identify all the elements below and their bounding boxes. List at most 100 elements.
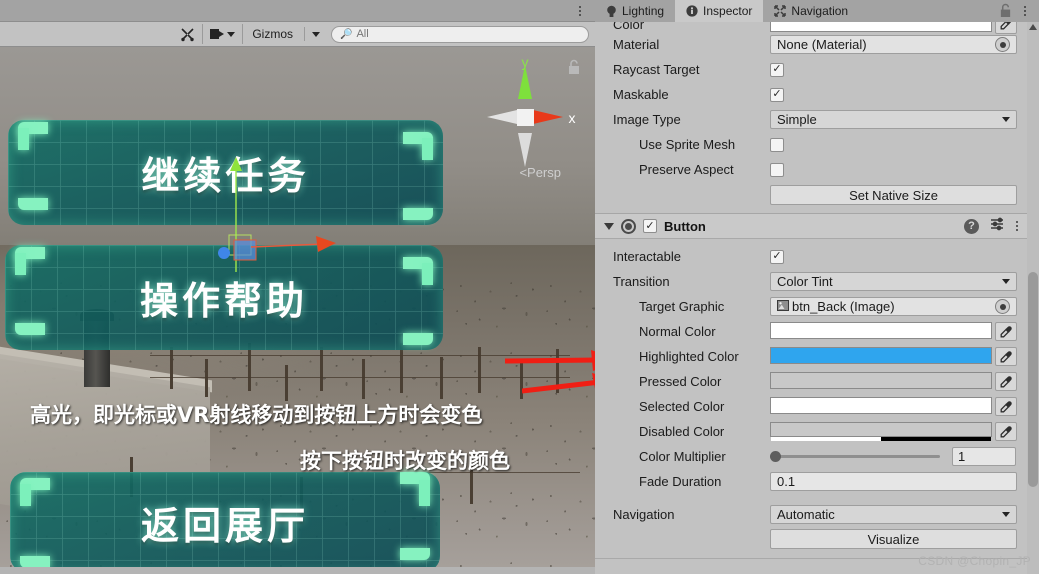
dropdown-transition-value: Color Tint [777,274,833,289]
color-field-normal[interactable] [770,322,1017,341]
slider-color-multiplier[interactable]: 1 [770,447,1016,466]
checkbox-maskable[interactable]: ✓ [770,87,784,102]
color-swatch-wrap[interactable] [770,322,992,341]
eyedropper-icon[interactable] [995,22,1017,34]
scene-search-field[interactable]: 🔍 [331,25,589,43]
tab-inspector[interactable]: Inspector [675,0,764,22]
color-field-disabled[interactable] [770,422,1017,441]
property-label-raycast-target: Raycast Target [613,62,700,77]
annotation-highlighted: 高光，即光标或VR射线移动到按钮上方时会变色 [30,403,483,427]
scene-post [362,359,365,399]
dropdown-navigation[interactable]: Automatic [770,505,1017,524]
inspector-scrollbar[interactable] [1027,22,1039,574]
eyedropper-icon[interactable] [995,422,1017,441]
tab-navigation[interactable]: Navigation [763,0,859,22]
property-label-disabled-color: Disabled Color [639,424,725,439]
object-field-target-graphic-value: btn_Back (Image) [792,299,895,314]
toolbar-divider [242,24,244,44]
tools-icon[interactable] [175,24,200,45]
visualize-button[interactable]: Visualize [770,529,1017,549]
tab-lighting[interactable]: Lighting [595,0,675,22]
checkbox-preserve-aspect[interactable] [770,162,784,177]
gizmos-label: Gizmos [252,27,293,41]
dropdown-transition[interactable]: Color Tint [770,272,1017,291]
property-label-image-type: Image Type [613,112,681,127]
color-swatch-highlighted[interactable] [770,347,992,364]
slider-knob[interactable] [770,451,781,462]
checkbox-component-enabled[interactable]: ✓ [643,219,657,233]
toolbar-divider [202,24,204,44]
color-swatch-normal[interactable] [770,322,992,339]
eyedropper-icon[interactable] [995,322,1017,341]
property-label-color: Color [613,22,645,32]
scene-camera-dropdown[interactable] [205,24,240,45]
scene-post [205,359,208,397]
navigation-icon [774,5,787,17]
set-native-size-button[interactable]: Set Native Size [770,185,1017,205]
lock-icon[interactable] [999,3,1012,18]
color-swatch-selected[interactable] [770,397,992,414]
color-field-selected[interactable] [770,397,1017,416]
number-field-fade-duration[interactable]: 0.1 [770,472,1017,491]
checkbox-raycast-target[interactable]: ✓ [770,62,784,77]
vr-button[interactable]: 返回展厅 [10,472,440,567]
color-swatch-wrap[interactable] [770,22,992,34]
color-swatch-disabled[interactable] [770,422,992,437]
slider-track[interactable] [770,451,940,462]
gizmos-divider [304,27,305,41]
scene-search-input[interactable] [356,28,580,40]
component-header-button[interactable]: ✓ Button ? [595,213,1027,239]
scene-post [170,347,173,389]
color-field-color[interactable] [770,22,1017,34]
chevron-down-icon [1002,512,1010,517]
component-title: Button [664,218,706,234]
scene-post [248,343,251,391]
gizmo-axis-negy-cone [518,133,532,167]
set-native-size-row: Set Native Size [595,185,1027,205]
number-field-color-multiplier[interactable]: 1 [952,447,1016,466]
dropdown-image-type[interactable]: Simple [770,110,1017,129]
vr-button[interactable]: 继续任务 [8,120,443,225]
checkbox-use-sprite-mesh[interactable] [770,137,784,152]
property-label-preserve-aspect: Preserve Aspect [639,162,734,177]
help-icon[interactable]: ? [964,218,979,234]
color-alpha-bar [771,437,991,441]
inspector-tab-bar: Lighting Inspector Navigation [595,0,1039,22]
unlock-icon[interactable] [567,59,581,75]
gizmos-dropdown[interactable]: Gizmos [245,24,325,45]
vr-button[interactable]: 操作帮助 [5,245,443,350]
scroll-up-arrow-icon[interactable] [1029,24,1037,30]
property-label-selected-color: Selected Color [639,399,725,414]
property-label-maskable: Maskable [613,87,669,102]
inspector-menu-icon[interactable] [1019,3,1031,19]
color-swatch[interactable] [770,22,992,32]
eyedropper-icon[interactable] [995,372,1017,391]
scene-menu-icon[interactable] [573,3,587,19]
property-row-image-type: Image Type Simple [595,107,1027,132]
color-swatch-wrap[interactable] [770,422,992,441]
chevron-down-icon [227,31,236,37]
color-swatch-pressed[interactable] [770,372,992,389]
vr-button-label: 继续任务 [141,154,310,198]
object-picker-icon[interactable] [995,37,1010,52]
scrollbar-thumb[interactable] [1028,272,1038,487]
color-field-highlighted[interactable] [770,347,1017,366]
checkbox-interactable[interactable]: ✓ [770,249,784,264]
eyedropper-icon[interactable] [995,397,1017,416]
gizmo-axis-negx-cone [487,110,517,124]
camera-icon [210,29,225,39]
scene-viewport[interactable]: 继续任务 操作帮助 返回展厅 y x <Persp 高光，即光标或VR射线移动到… [0,47,595,567]
color-swatch-wrap[interactable] [770,372,992,391]
eyedropper-icon[interactable] [995,347,1017,366]
foldout-icon[interactable] [604,222,614,230]
object-field-material[interactable]: None (Material) [770,35,1017,54]
color-swatch-wrap[interactable] [770,347,992,366]
color-field-pressed[interactable] [770,372,1017,391]
component-menu-icon[interactable] [1016,221,1018,231]
object-field-target-graphic[interactable]: btn_Back (Image) [770,297,1017,316]
object-picker-icon[interactable] [995,299,1010,314]
color-swatch-wrap[interactable] [770,397,992,416]
tab-navigation-label: Navigation [791,4,849,18]
preset-icon[interactable] [990,217,1005,236]
